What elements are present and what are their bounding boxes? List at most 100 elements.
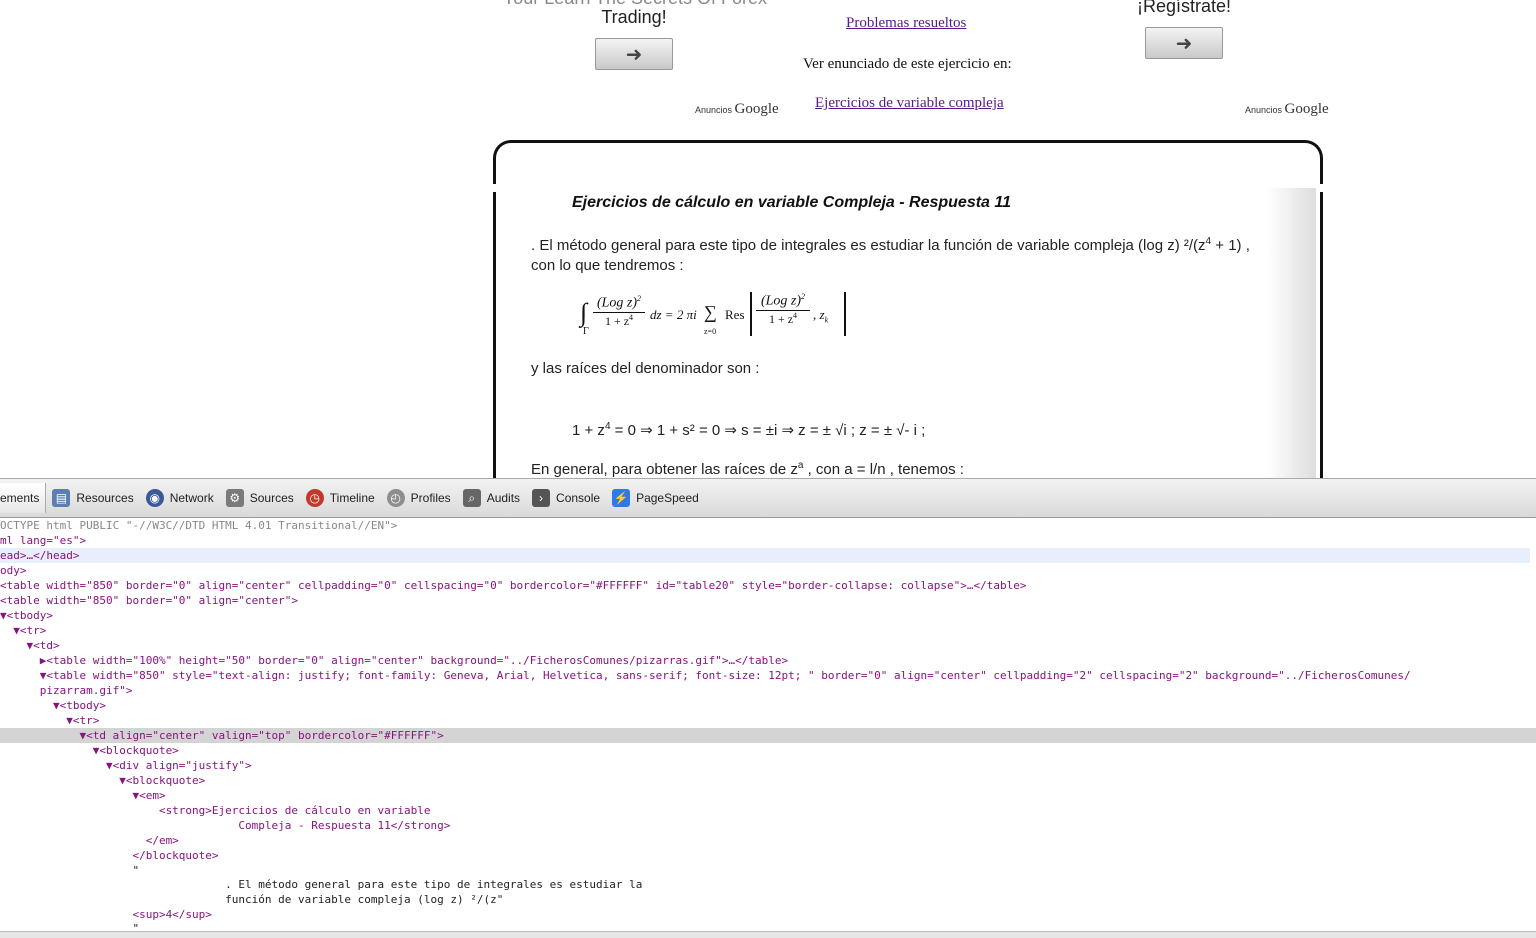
para1-text-c: con lo que tendremos : [531,257,684,274]
dom-line-doctype[interactable]: OCTYPE html PUBLIC "-//W3C//DTD HTML 4.0… [0,518,397,533]
google-logo: Google [734,101,779,117]
console-icon: › [532,489,551,507]
dom-line-body[interactable]: ody> [0,563,27,578]
dom-line-head[interactable]: ead>…</head> [0,548,1530,563]
ruler-mark: 500 [462,0,479,3]
dom-line-blockquote-close[interactable]: </blockquote> [0,848,218,863]
dom-line-em-close[interactable]: </em> [0,833,179,848]
google-logo: Google [1284,101,1329,117]
ruler-mark: 1000 [960,0,983,3]
fraction2-numerator: (Log z)2 [756,292,810,311]
fraction2-denominator: 1 + z4 [768,310,798,326]
integral-sign: ∫ [580,298,588,327]
anuncios-label: Anuncios [1245,105,1283,115]
paragraph-intro: . El método general para este tipo de in… [531,232,1311,276]
devtools-panel: ements ▤ Resources ◉ Network ⚙ Sources ◷ Tim… [0,478,1536,938]
para1-text-b: + 1) , [1211,237,1250,254]
dom-line-tbody2[interactable]: ▼<tbody> [0,698,106,713]
dom-line-strong-cont: Compleja - Respuesta 11</strong> [0,819,451,832]
ruler-mark: 1500 [1458,0,1481,3]
google-ads-label-right[interactable]: Anuncios Google [1245,101,1329,118]
tab-network[interactable]: ◉ Network [140,483,220,513]
dom-line-tr2[interactable]: ▼<tr> [0,713,99,728]
ruler-mark: 1100 [1058,0,1081,3]
arrow-right-icon: ➜ [625,43,643,66]
tab-elements-label: ements [0,491,40,505]
integral-subscript: Γ [583,326,589,337]
dom-line-td[interactable]: ▼<td> [0,638,59,653]
ruler-mark: 1400 [1358,0,1381,3]
fraction1-denominator: 1 + z4 [604,312,634,328]
integral-formula: ∫ Γ (Log z)2 1 + z4 dz = 2 πi ∑ z=0 Res … [580,290,850,340]
dom-line-table20[interactable]: <table width="850" border="0" align="cen… [0,578,1027,593]
fraction1-numerator: (Log z)2 [593,294,645,313]
ad-left-title: Trading! [601,7,667,27]
para1-text: . El método general para este tipo de in… [531,237,1206,254]
problemas-resueltos-link[interactable]: Problemas resueltos [846,15,966,32]
dom-line-strong[interactable]: <strong>Ejercicios de cálculo en variabl… [0,803,431,818]
profiles-icon: ◴ [386,489,405,507]
sources-icon: ⚙ [225,489,244,507]
browser-page: 100 200 300 400 500 600 800 900 1000 110… [0,0,1536,478]
res-label: Res [725,307,745,322]
frame-notch-right [1318,184,1326,192]
ad-right-button[interactable]: ➜ [1145,27,1223,59]
ruler-mark: 900 [860,0,877,3]
arrow-right-icon: ➜ [1175,32,1193,55]
bracket-group: (Log z)2 1 + z4 , zk [750,292,846,336]
dom-line-table[interactable]: <table width="850" border="0" align="cen… [0,593,298,608]
pagespeed-icon: ⚡ [612,489,631,507]
dom-line-html[interactable]: ml lang="es"> [0,533,86,548]
dom-line-table-pizarras[interactable]: ▶<table width="100%" height="50" border=… [0,653,788,668]
tab-elements[interactable]: ements [0,483,47,513]
sum-subscript: z=0 [704,327,717,336]
paragraph-roots: y las raíces del denominador son : [531,360,760,377]
dom-line-text-2: función de variable compleja (log z) ²/(… [0,893,504,906]
devtools-toolbar: ements ▤ Resources ◉ Network ⚙ Sources ◷ Tim… [0,479,1536,518]
dom-line-blockquote2[interactable]: ▼<blockquote> [0,773,205,788]
paragraph-general: En general, para obtener las raíces de z… [531,460,964,478]
resources-icon: ▤ [52,489,71,507]
tab-console[interactable]: › Console [526,483,606,513]
ad-left-button[interactable]: ➜ [595,38,673,70]
dom-line-sup[interactable]: <sup>4</sup> [0,907,211,922]
sum-sign: ∑ [704,302,717,322]
ruler-mark: 1300 [1258,0,1281,3]
page-heading: Ejercicios de cálculo en variable Comple… [572,194,1011,211]
roots-equation: 1 + z4 = 0 ⇒ 1 + s² = 0 ⇒ s = ±i ⇒ z = ±… [572,421,926,439]
tab-timeline[interactable]: ◷ Timeline [300,483,381,513]
tab-sources[interactable]: ⚙ Sources [220,483,300,513]
audits-icon: ⌕ [462,489,481,507]
ad-right-title: ¡Regístrate! [1136,0,1232,16]
dom-line-text-1[interactable]: . El método general para este tipo de in… [0,877,642,892]
dom-line-blockquote[interactable]: ▼<blockquote> [0,743,179,758]
dom-line-tbody[interactable]: ▼<tbody> [0,608,53,623]
fraction2: (Log z)2 1 + z4 [756,292,810,327]
ruler-mark: 300 [262,0,279,3]
dom-line-text-quote[interactable]: " [0,863,139,878]
ruler-mark: 200 [162,0,179,3]
ejercicios-variable-compleja-link[interactable]: Ejercicios de variable compleja [815,95,1004,112]
timeline-icon: ◷ [305,489,324,507]
dom-line-table-pizarram[interactable]: ▼<table width="850" style="text-align: j… [0,668,1411,683]
network-icon: ◉ [145,489,164,507]
tab-profiles[interactable]: ◴ Profiles [381,483,457,513]
anuncios-label: Anuncios [695,105,733,115]
tab-resources[interactable]: ▤ Resources [46,483,139,513]
ruler-mark: 400 [362,0,379,3]
dom-line-em[interactable]: ▼<em> [0,788,165,803]
zk-label: , zk [813,307,829,325]
dom-line-div[interactable]: ▼<div align="justify"> [0,758,252,773]
tab-pagespeed[interactable]: ⚡ PageSpeed [606,483,705,513]
formula-middle: dz = 2 πi [650,307,697,322]
fraction1: (Log z)2 1 + z4 [593,294,645,329]
dom-line-td-selected[interactable]: ▼<td align="center" valign="top" borderc… [0,728,1536,743]
google-ads-label-left[interactable]: Anuncios Google [695,101,779,118]
dom-tree[interactable]: OCTYPE html PUBLIC "-//W3C//DTD HTML 4.0… [0,518,1536,935]
dom-line-table-pizarram-cont: pizarram.gif"> [0,684,133,697]
ver-enunciado-text: Ver enunciado de este ejercicio en: [803,56,1012,72]
tab-audits[interactable]: ⌕ Audits [457,483,526,513]
dom-line-tr[interactable]: ▼<tr> [0,623,46,638]
frame-notch-left [490,184,498,192]
ruler-mark: 100 [62,0,79,3]
